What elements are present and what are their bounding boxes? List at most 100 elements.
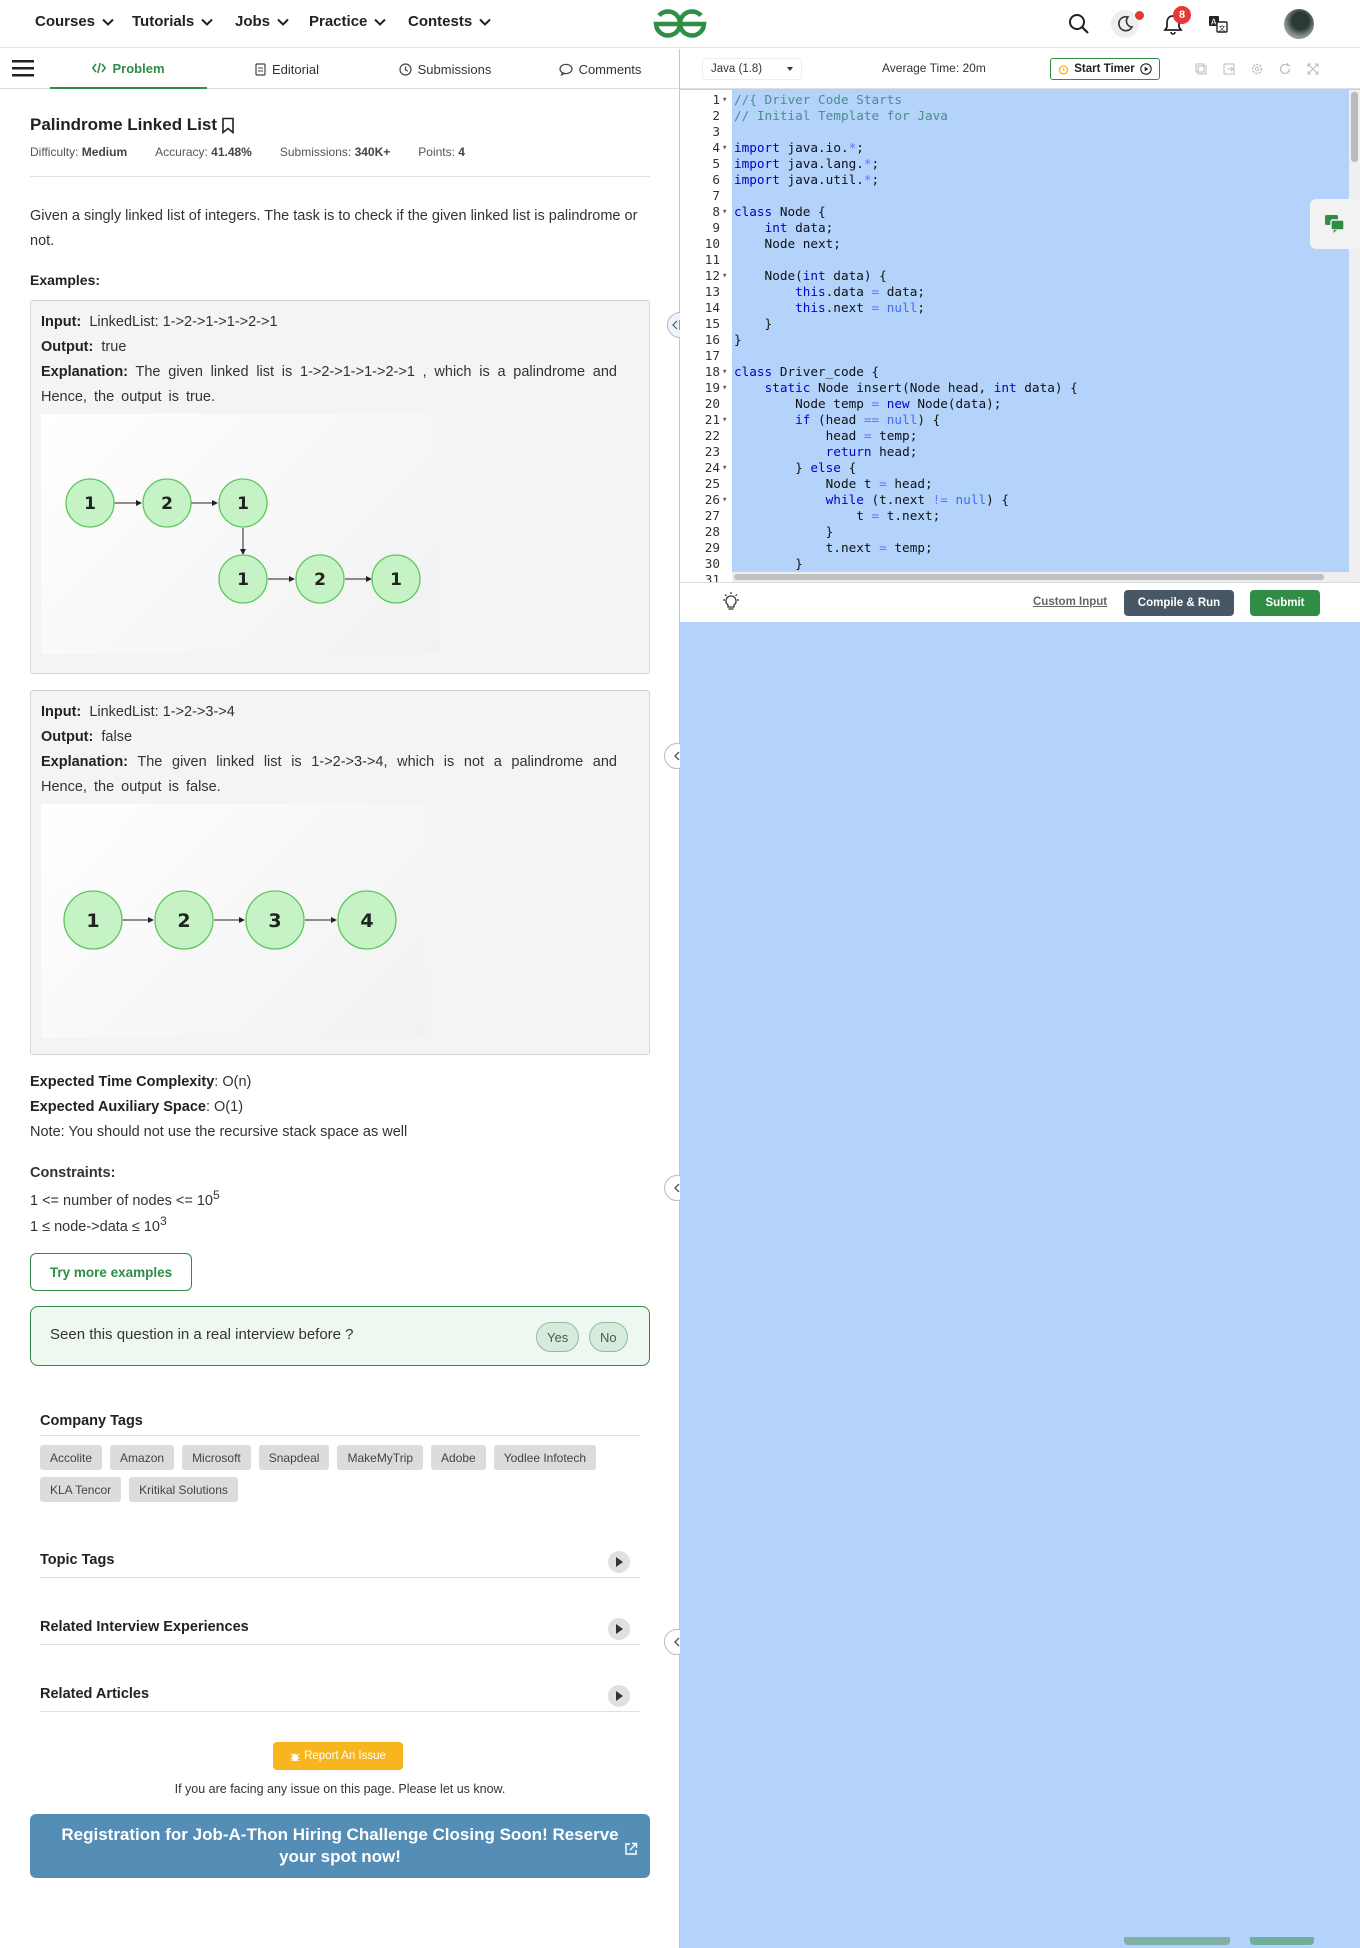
aux-space-value: : O(1) xyxy=(205,1099,244,1115)
line-number: 21 xyxy=(704,412,720,427)
code-token: class xyxy=(734,364,773,379)
fold-arrow-icon[interactable]: ▾ xyxy=(722,268,727,284)
start-timer-label: Start Timer xyxy=(1074,63,1135,75)
company-tag[interactable]: MakeMyTrip xyxy=(337,1445,424,1470)
nav-jobs[interactable]: Jobs xyxy=(235,13,290,30)
report-issue-button[interactable]: Report An Issue xyxy=(273,1742,403,1770)
divider xyxy=(40,1644,640,1645)
translate-icon[interactable]: A文 xyxy=(1204,10,1232,38)
related-interview-heading[interactable]: Related Interview Experiences xyxy=(40,1619,249,1635)
code-line: Node temp = new Node(data); xyxy=(734,396,1001,412)
company-tag[interactable]: Accolite xyxy=(40,1445,103,1470)
line-number: 12 xyxy=(704,268,720,283)
code-line: return head; xyxy=(734,444,918,460)
nav-label: Contests xyxy=(408,13,473,30)
fold-arrow-icon[interactable]: ▾ xyxy=(722,364,727,380)
expand-arrow-icon[interactable] xyxy=(608,1551,630,1573)
company-tag[interactable]: Kritikal Solutions xyxy=(129,1477,238,1502)
average-time: Average Time: 20m xyxy=(882,61,986,75)
code-token: t.next xyxy=(734,540,880,555)
problem-meta: Difficulty: Medium Accuracy: 41.48% Subm… xyxy=(30,145,465,159)
yes-button[interactable]: Yes xyxy=(536,1322,580,1352)
company-tag[interactable]: Adobe xyxy=(431,1445,486,1470)
nav-courses[interactable]: Courses xyxy=(35,13,115,30)
lightbulb-icon[interactable] xyxy=(720,591,742,613)
expand-icon[interactable] xyxy=(1306,62,1320,76)
fold-arrow-icon[interactable]: ▾ xyxy=(722,460,727,476)
code-line: t.next = temp; xyxy=(734,540,933,556)
reset-icon[interactable] xyxy=(1278,62,1292,76)
start-timer-button[interactable]: Start Timer xyxy=(1050,58,1160,80)
line-number: 11 xyxy=(704,252,720,267)
play-icon xyxy=(1140,63,1152,75)
code-token: * xyxy=(863,172,872,187)
logo-icon[interactable] xyxy=(648,6,712,42)
nav-tutorials[interactable]: Tutorials xyxy=(132,13,214,30)
nav-contests[interactable]: Contests xyxy=(408,13,492,30)
line-number: 27 xyxy=(704,508,720,523)
fold-arrow-icon[interactable]: ▾ xyxy=(722,412,727,428)
code-token: int xyxy=(764,220,788,235)
search-icon[interactable] xyxy=(1065,10,1093,38)
settings-icon[interactable] xyxy=(1250,62,1264,76)
code-token: Node(data); xyxy=(909,396,1002,411)
alarm-icon xyxy=(1059,64,1069,75)
code-token: ; xyxy=(917,300,925,315)
company-tag[interactable]: Amazon xyxy=(110,1445,175,1470)
company-tag[interactable]: Microsoft xyxy=(182,1445,251,1470)
code-token: import xyxy=(734,140,780,155)
explanation-label: Explanation: xyxy=(41,364,129,380)
fold-arrow-icon[interactable]: ▾ xyxy=(722,140,727,156)
tab-editorial[interactable]: Editorial xyxy=(222,49,352,89)
fullscreen-icon[interactable] xyxy=(1222,62,1236,76)
fold-arrow-icon[interactable]: ▾ xyxy=(722,492,727,508)
job-a-thon-banner[interactable]: Registration for Job-A-Thon Hiring Chall… xyxy=(30,1814,650,1878)
related-articles-heading[interactable]: Related Articles xyxy=(40,1686,149,1702)
vertical-scrollbar[interactable] xyxy=(1349,90,1360,582)
try-more-examples-button[interactable]: Try more examples xyxy=(30,1253,192,1291)
tab-submissions[interactable]: Submissions xyxy=(380,49,510,89)
tab-comments[interactable]: Comments xyxy=(535,49,665,89)
topic-tags-heading[interactable]: Topic Tags xyxy=(40,1552,114,1568)
compile-run-button[interactable]: Compile & Run xyxy=(1124,590,1234,616)
avatar[interactable] xyxy=(1284,9,1314,39)
submit-button[interactable]: Submit xyxy=(1250,590,1320,616)
code-token: { xyxy=(840,460,857,475)
code-line: class Node { xyxy=(734,204,826,220)
code-editor[interactable]: 1 ▾//{ Driver Code Starts 2// Initial Temp… xyxy=(680,90,1360,582)
document-icon xyxy=(255,62,266,76)
line-number: 17 xyxy=(704,348,720,363)
example-explanation: Explanation: The given linked list is 1-… xyxy=(31,750,627,800)
expand-arrow-icon[interactable] xyxy=(608,1685,630,1707)
tab-problem[interactable]: Problem xyxy=(50,49,207,89)
menu-icon[interactable] xyxy=(12,59,34,77)
fold-arrow-icon[interactable]: ▾ xyxy=(722,380,727,396)
fold-arrow-icon[interactable]: ▾ xyxy=(722,204,727,220)
node-label: 4 xyxy=(360,910,373,932)
company-tag[interactable]: Yodlee Infotech xyxy=(493,1445,597,1470)
code-token: data) { xyxy=(1016,380,1078,395)
code-token: Node t xyxy=(734,476,880,491)
problem-title: Palindrome Linked List xyxy=(30,115,235,135)
code-token: java.lang. xyxy=(779,156,864,171)
no-button[interactable]: No xyxy=(589,1322,628,1352)
example-input: Input: LinkedList: 1->2->3->4 xyxy=(31,700,649,725)
list-node: 1 xyxy=(65,478,115,528)
company-tag[interactable]: Snapdeal xyxy=(258,1445,330,1470)
fold-arrow-icon[interactable]: ▾ xyxy=(722,92,727,108)
nav-practice[interactable]: Practice xyxy=(309,13,387,30)
chat-button[interactable] xyxy=(1310,199,1360,249)
code-token: (t.next xyxy=(863,492,933,507)
code-token: .next xyxy=(825,300,872,315)
bookmark-icon[interactable] xyxy=(221,117,235,134)
company-tag[interactable]: KLA Tencor xyxy=(40,1477,122,1502)
expand-arrow-icon[interactable] xyxy=(608,1618,630,1640)
vertical-scroll-thumb[interactable] xyxy=(1351,92,1358,162)
horizontal-scroll-thumb[interactable] xyxy=(734,574,1324,580)
code-token: ; xyxy=(871,156,880,171)
custom-input-link[interactable]: Custom Input xyxy=(1033,596,1107,608)
problem-pane: Problem Editorial Submissions Comments P… xyxy=(0,49,679,1948)
note: Note: You should not use the recursive s… xyxy=(30,1124,408,1140)
language-select[interactable]: Java (1.8) xyxy=(702,58,802,80)
copy-icon[interactable] xyxy=(1194,62,1208,76)
